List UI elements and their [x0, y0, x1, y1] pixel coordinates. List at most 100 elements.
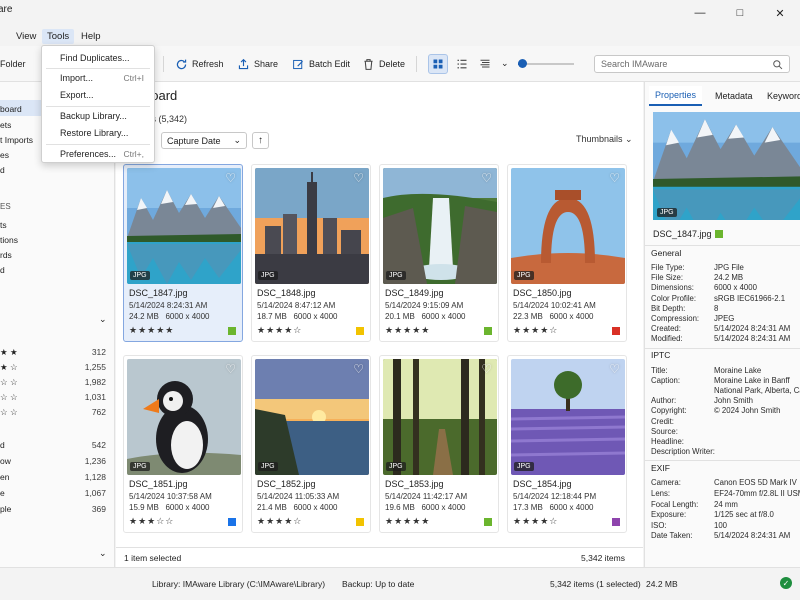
property-key: File Size: [651, 273, 684, 283]
color-label[interactable] [484, 327, 492, 335]
star-rating[interactable]: ★★★★★ [385, 516, 430, 527]
photo-thumbnail[interactable] [511, 168, 625, 284]
menu-item[interactable]: Restore Library... [60, 128, 128, 138]
heart-icon[interactable]: ♡ [225, 171, 236, 185]
chevron-down-icon[interactable]: ⌄ [99, 548, 107, 559]
color-label[interactable] [356, 518, 364, 526]
photo-thumbnail[interactable] [383, 168, 497, 284]
property-key: Title: [651, 365, 668, 375]
photo-card[interactable]: ♡ JPG DSC_1850.jpg 5/14/2024 10:02:41 AM… [507, 164, 627, 342]
photo-card[interactable]: ♡ JPG DSC_1852.jpg 5/14/2024 11:05:33 AM… [251, 355, 371, 533]
chevron-down-icon[interactable]: ⌄ [99, 314, 107, 325]
sidebar-item-sets[interactable]: ts [0, 220, 7, 230]
photo-card[interactable]: ♡ JPG DSC_1853.jpg 5/14/2024 11:42:17 AM… [379, 355, 499, 533]
sidebar-count: 1,128 [84, 472, 106, 482]
list-view-button[interactable] [452, 54, 472, 74]
sidebar-rating-1[interactable]: ☆ ☆ [0, 407, 18, 418]
color-label[interactable] [356, 327, 364, 335]
photo-card[interactable]: ♡ JPG DSC_1854.jpg 5/14/2024 12:18:44 PM… [507, 355, 627, 533]
heart-icon[interactable]: ♡ [353, 171, 364, 185]
sort-direction-button[interactable]: ↑ [252, 132, 269, 149]
photo-thumbnail[interactable] [255, 359, 369, 475]
photo-card[interactable]: ♡ JPG DSC_1851.jpg 5/14/2024 10:37:58 AM… [123, 355, 243, 533]
photo-card[interactable]: ♡ JPG DSC_1849.jpg 5/14/2024 9:15:09 AM … [379, 164, 499, 342]
menu-item[interactable]: Export... [60, 90, 94, 100]
refresh-button[interactable]: Refresh [175, 55, 224, 73]
close-icon[interactable]: ✕ [760, 0, 800, 26]
color-label[interactable] [484, 518, 492, 526]
photo-card[interactable]: ♡ JPG DSC_1848.jpg 5/14/2024 8:47:12 AM … [251, 164, 371, 342]
sidebar-item-recent-imports[interactable]: t Imports [0, 135, 33, 145]
sidebar-color-yellow[interactable]: ow [0, 456, 11, 466]
heart-icon[interactable]: ♡ [481, 171, 492, 185]
photo-dimensions: 6000 x 4000 [421, 312, 466, 321]
delete-button[interactable]: Delete [362, 55, 405, 73]
color-label[interactable] [612, 518, 620, 526]
minimize-icon[interactable]: — [680, 0, 720, 26]
view-mode-dropdown[interactable]: Thumbnails ⌄ [576, 134, 633, 145]
batch-edit-button[interactable]: Batch Edit [292, 55, 350, 73]
maximize-icon[interactable]: □ [720, 0, 760, 26]
tab-keywords[interactable]: Keywords [761, 86, 800, 106]
chevron-down-icon[interactable]: ⌄ [501, 58, 509, 69]
sidebar-item-dashboard[interactable]: board [0, 104, 22, 114]
search-input[interactable]: Search IMAware [594, 55, 790, 73]
heart-icon[interactable]: ♡ [609, 362, 620, 376]
sidebar-rating-4[interactable]: ★ ☆ [0, 362, 18, 373]
heart-icon[interactable]: ♡ [481, 362, 492, 376]
sidebar-item[interactable]: d [0, 265, 5, 275]
folder-button[interactable]: Folder [0, 55, 26, 73]
zoom-slider[interactable] [518, 59, 574, 68]
sidebar-rating-2[interactable]: ☆ ☆ [0, 392, 18, 403]
sidebar-color-purple[interactable]: ple [0, 504, 11, 514]
star-rating[interactable]: ★★★★☆ [513, 325, 558, 336]
tab-metadata[interactable]: Metadata [709, 86, 759, 106]
details-view-button[interactable] [475, 54, 495, 74]
color-label[interactable] [228, 518, 236, 526]
photo-thumbnail[interactable] [255, 168, 369, 284]
zoom-slider-thumb[interactable] [518, 59, 527, 68]
color-label[interactable] [612, 327, 620, 335]
menu-item[interactable]: Import... [60, 73, 93, 83]
menu-help[interactable]: Help [76, 29, 106, 44]
star-rating[interactable]: ★★★★★ [385, 325, 430, 336]
heart-icon[interactable]: ♡ [609, 171, 620, 185]
sidebar-color-blue[interactable]: e [0, 488, 5, 498]
star-rating[interactable]: ★★★★☆ [513, 516, 558, 527]
menu-tools[interactable]: Tools [42, 29, 75, 44]
grid-view-button[interactable] [428, 54, 448, 74]
photo-thumbnail[interactable] [127, 168, 241, 284]
menu-item[interactable]: Preferences... [60, 149, 116, 159]
menu-item[interactable]: Find Duplicates... [60, 53, 130, 63]
sidebar-color-red[interactable]: d [0, 440, 5, 450]
sidebar-item-favorites[interactable]: es [0, 150, 9, 160]
tab-properties[interactable]: Properties [649, 86, 703, 106]
property-key: Description Writer: [651, 447, 715, 457]
menu-view[interactable]: View [11, 29, 41, 44]
star-rating[interactable]: ★★★★☆ [257, 325, 302, 336]
sidebar-color-green[interactable]: en [0, 472, 9, 482]
photo-thumbnail[interactable] [127, 359, 241, 475]
star-rating[interactable]: ★★★★★ [129, 325, 174, 336]
heart-icon[interactable]: ♡ [353, 362, 364, 376]
sort-dropdown[interactable]: Capture Date ⌄ [161, 132, 247, 149]
sidebar-item-assets[interactable]: ets [0, 120, 11, 130]
photo-thumbnail[interactable] [383, 359, 497, 475]
sidebar-item-keywords[interactable]: rds [0, 250, 12, 260]
photo-card[interactable]: ♡ JPG DSC_1847.jpg 5/14/2024 8:24:31 AM … [123, 164, 243, 342]
photo-thumbnail[interactable] [511, 359, 625, 475]
property-key: Source: [651, 426, 678, 436]
sidebar-rating-5[interactable]: ★ ★ [0, 347, 18, 358]
star-rating[interactable]: ★★★☆☆ [129, 516, 174, 527]
share-button[interactable]: Share [237, 55, 278, 73]
sidebar-item[interactable]: d [0, 165, 5, 175]
heart-icon[interactable]: ♡ [225, 362, 236, 376]
photo-file-name: DSC_1853.jpg [385, 479, 444, 489]
sidebar-item-collections[interactable]: tions [0, 235, 18, 245]
tools-dropdown-menu: Find Duplicates... Import... Ctrl+I Export.… [41, 45, 155, 163]
color-label[interactable] [228, 327, 236, 335]
sidebar-rating-3[interactable]: ☆ ☆ [0, 377, 18, 388]
menu-item[interactable]: Backup Library... [60, 111, 127, 121]
star-rating[interactable]: ★★★★☆ [257, 516, 302, 527]
photo-file-name: DSC_1848.jpg [257, 288, 316, 298]
